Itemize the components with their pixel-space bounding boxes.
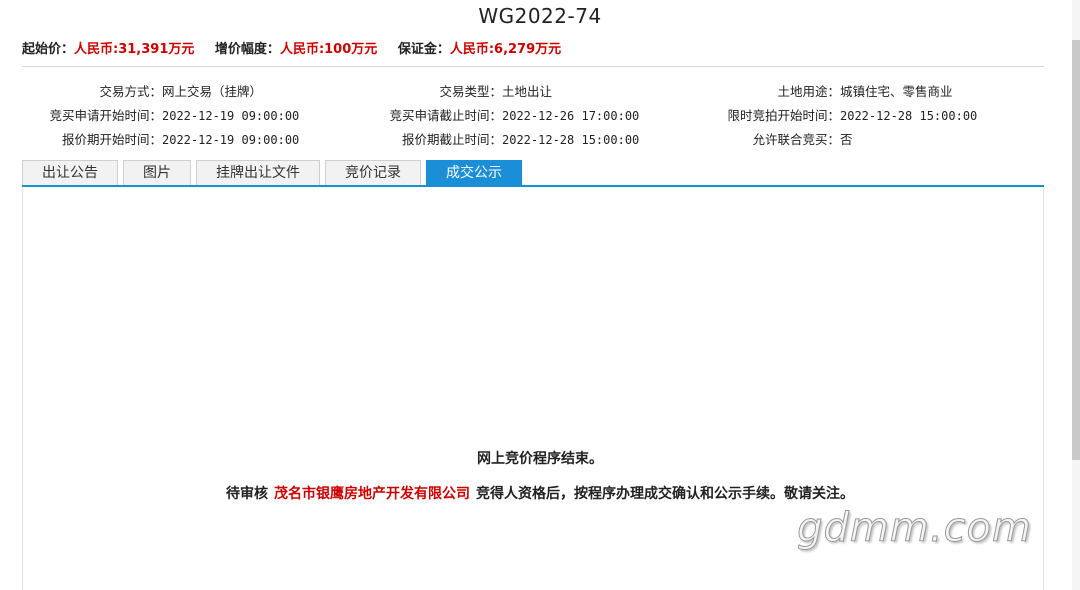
joint-bid-value: 否 [840, 132, 853, 147]
deposit-label: 保证金： [397, 42, 450, 57]
quote-end-value: 2022-12-28 15:00:00 [502, 133, 640, 147]
timed-bid-start-label: 限时竞拍开始时间： [727, 108, 840, 123]
info-row-land-use: 土地用途：城镇住宅、零售商业 [700, 81, 953, 100]
page-title: WG2022-74 [478, 4, 602, 28]
tab-listing-documents[interactable]: 挂牌出让文件 [196, 160, 320, 185]
apply-end-value: 2022-12-26 17:00:00 [502, 109, 640, 123]
land-use-value: 城镇住宅、零售商业 [840, 84, 953, 99]
pending-review-message: 待审核 茂名市银鹰房地产开发有限公司 竞得人资格后，按程序办理成交确认和公示手续。敬… [0, 483, 1080, 503]
increment-label: 增价幅度： [214, 42, 280, 57]
auction-ended-message: 网上竞价程序结束。 [477, 451, 603, 467]
scrollbar-thumb[interactable] [1072, 40, 1080, 460]
tab-announcement[interactable]: 出让公告 [22, 160, 118, 185]
joint-bid-label: 允许联合竞买： [752, 132, 840, 147]
deposit-value: 人民币:6,279万元 [449, 42, 562, 57]
info-row-quote-end: 报价期截止时间：2022-12-28 15:00:00 [362, 129, 639, 148]
apply-start-label: 竞买申请开始时间： [49, 108, 162, 123]
info-row-apply-end: 竞买申请截止时间：2022-12-26 17:00:00 [362, 105, 639, 124]
tab-bid-records[interactable]: 竞价记录 [325, 160, 421, 185]
scrollbar[interactable] [1072, 0, 1080, 590]
pending-prefix: 待审核 [226, 486, 268, 502]
pending-suffix: 竞得人资格后，按程序办理成交确认和公示手续。敬请关注。 [476, 486, 854, 502]
trade-type-value: 土地出让 [502, 84, 553, 99]
info-row-trade-mode: 交易方式：网上交易（挂牌） [22, 81, 262, 100]
start-price-label: 起始价： [22, 42, 75, 57]
tab-deal-announcement[interactable]: 成交公示 [426, 160, 522, 185]
trade-type-label: 交易类型： [439, 84, 502, 99]
winning-company: 茂名市银鹰房地产开发有限公司 [274, 486, 470, 502]
increment-value: 人民币:100万元 [279, 42, 378, 57]
timed-bid-start-value: 2022-12-28 15:00:00 [840, 109, 978, 123]
tab-images[interactable]: 图片 [123, 160, 191, 185]
quote-start-label: 报价期开始时间： [61, 132, 162, 147]
apply-end-label: 竞买申请截止时间： [389, 108, 502, 123]
info-row-quote-start: 报价期开始时间：2022-12-19 09:00:00 [22, 129, 299, 148]
info-row-timed-bid-start: 限时竞拍开始时间：2022-12-28 15:00:00 [700, 105, 977, 124]
trade-mode-label: 交易方式： [99, 84, 162, 99]
apply-start-value: 2022-12-19 09:00:00 [162, 109, 300, 123]
divider [22, 66, 1044, 67]
info-row-joint-bid: 允许联合竞买：否 [700, 129, 853, 148]
info-row-apply-start: 竞买申请开始时间：2022-12-19 09:00:00 [22, 105, 299, 124]
quote-end-label: 报价期截止时间： [401, 132, 502, 147]
quote-start-value: 2022-12-19 09:00:00 [162, 133, 300, 147]
land-use-label: 土地用途： [777, 84, 840, 99]
site-watermark: gdmm.com [797, 505, 1032, 552]
start-price-value: 人民币:31,391万元 [74, 42, 195, 57]
info-row-trade-type: 交易类型：土地出让 [362, 81, 552, 100]
trade-mode-value: 网上交易（挂牌） [162, 84, 263, 99]
price-summary: 起始价：人民币:31,391万元 增价幅度：人民币:100万元 保证金：人民币:… [22, 38, 577, 57]
